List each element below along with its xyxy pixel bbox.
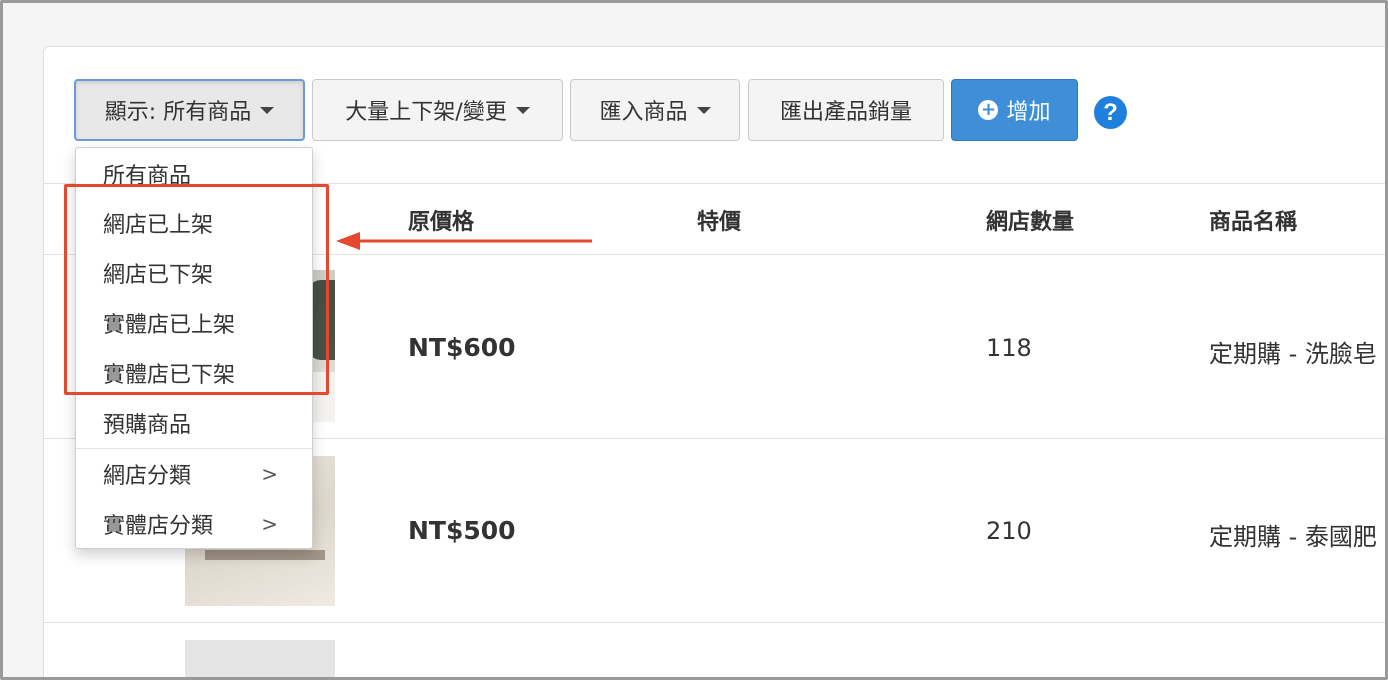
chevron-right-icon: > <box>261 512 278 536</box>
row-price: NT$600 <box>408 333 516 362</box>
menu-item-store-unlisted[interactable]: 實體店已下架 <box>76 349 312 397</box>
display-filter-menu: 所有商品 網店已上架 網店已下架 實體店已上架 實體店已下架 預購商品 網店分類… <box>75 147 313 549</box>
menu-item-label: 網店已下架 <box>103 263 214 288</box>
row-stock: 210 <box>986 517 1032 545</box>
annotation-arrow-icon <box>336 232 592 250</box>
menu-item-label: 網店分類 <box>103 464 192 489</box>
caret-down-icon <box>696 106 711 114</box>
soap-band-decoration <box>205 550 325 560</box>
menu-item-store-categories[interactable]: 實體店分類 > <box>76 500 312 548</box>
menu-item-label: 預購商品 <box>103 413 192 438</box>
row-price: NT$500 <box>408 516 516 545</box>
display-filter-label: 顯示: 所有商品 <box>104 100 252 125</box>
row-product-name[interactable]: 定期購 - 洗臉皂 <box>1209 334 1377 369</box>
bulk-change-dropdown[interactable]: 大量上下架/變更 <box>312 79 563 141</box>
header-product-name[interactable]: 商品名稱 <box>1209 204 1297 236</box>
plus-circle-icon: + <box>978 100 999 120</box>
export-sales-label: 匯出產品銷量 <box>779 100 912 125</box>
header-sale-price[interactable]: 特價 <box>697 204 741 236</box>
export-sales-button[interactable]: 匯出產品銷量 <box>748 79 944 141</box>
menu-item-store-listed[interactable]: 實體店已上架 <box>76 299 312 347</box>
add-product-button[interactable]: + 增加 <box>951 79 1078 141</box>
menu-item-online-listed[interactable]: 網店已上架 <box>76 199 312 247</box>
import-products-label: 匯入商品 <box>599 100 688 125</box>
header-online-stock[interactable]: 網店數量 <box>986 204 1074 236</box>
bulk-change-label: 大量上下架/變更 <box>345 100 507 125</box>
chevron-right-icon: > <box>261 462 278 486</box>
row-divider <box>43 622 1388 623</box>
menu-item-label: 實體店已上架 <box>103 313 236 338</box>
menu-item-label: 實體店分類 <box>103 514 214 539</box>
import-products-dropdown[interactable]: 匯入商品 <box>570 79 740 141</box>
help-glyph: ? <box>1103 98 1118 126</box>
caret-down-icon <box>260 106 275 114</box>
row-product-name[interactable]: 定期購 - 泰國肥 <box>1209 517 1377 552</box>
menu-item-label: 所有商品 <box>103 164 192 189</box>
product-thumbnail[interactable] <box>185 640 335 680</box>
help-icon[interactable]: ? <box>1094 96 1127 129</box>
display-filter-dropdown[interactable]: 顯示: 所有商品 <box>74 79 305 141</box>
menu-item-online-categories[interactable]: 網店分類 > <box>76 450 312 498</box>
menu-item-label: 實體店已下架 <box>103 363 236 388</box>
menu-item-label: 網店已上架 <box>103 213 214 238</box>
row-stock: 118 <box>986 334 1032 362</box>
menu-item-online-unlisted[interactable]: 網店已下架 <box>76 249 312 297</box>
menu-divider <box>76 448 312 449</box>
caret-down-icon <box>515 106 530 114</box>
menu-item-all-products[interactable]: 所有商品 <box>76 150 312 198</box>
menu-item-preorder[interactable]: 預購商品 <box>76 399 312 447</box>
add-product-label: 增加 <box>1006 100 1051 125</box>
